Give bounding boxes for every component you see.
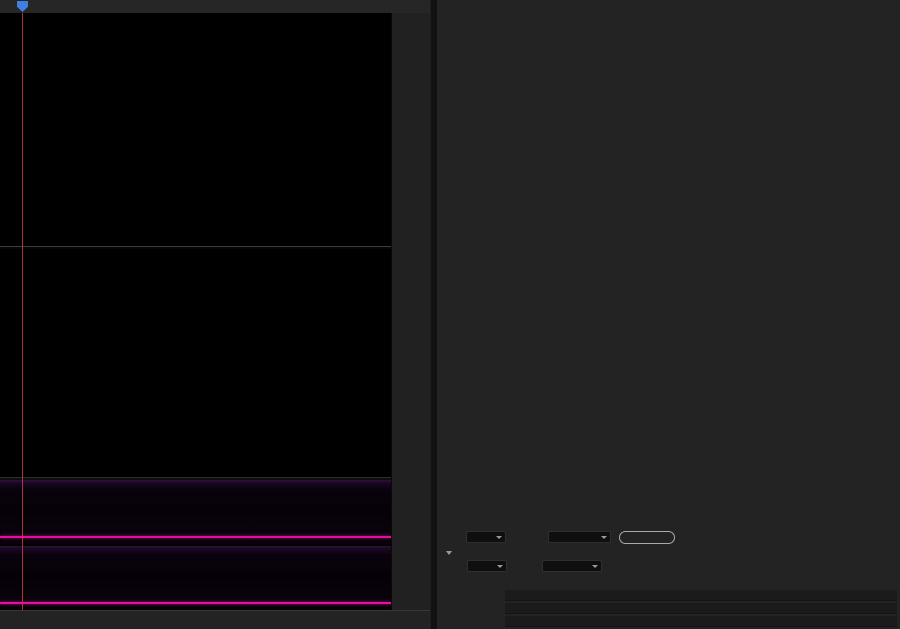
advanced-expander-icon[interactable] [446, 551, 452, 555]
table-row [505, 603, 897, 614]
db-axis-ruler [874, 7, 900, 502]
frequency-analysis-panel [437, 0, 900, 629]
window-dropdown[interactable] [542, 560, 602, 572]
chevron-down-icon [592, 565, 598, 568]
chevron-down-icon [601, 536, 607, 539]
spectral-display-channel-1[interactable] [0, 480, 391, 544]
waveform-channel-1[interactable] [0, 13, 391, 246]
table-row [505, 616, 897, 627]
marker-pin-icon[interactable] [410, 1, 422, 12]
timeline-ruler[interactable] [0, 0, 430, 14]
waveform-editor-panel [0, 0, 430, 629]
fft-size-dropdown[interactable] [467, 560, 507, 572]
ruler-ticks [392, 13, 430, 610]
frequency-analysis-plot[interactable] [444, 7, 874, 502]
display-dropdown[interactable] [466, 531, 506, 543]
spectral-display-channel-2[interactable] [0, 546, 391, 610]
zoom-toolbar [0, 610, 430, 629]
top-channel-dropdown[interactable] [548, 531, 611, 543]
frequency-axis-ruler [444, 502, 874, 519]
chevron-down-icon [497, 565, 503, 568]
spectral-1k-line [0, 602, 391, 604]
table-row [505, 590, 897, 601]
stopwatch-icon[interactable] [395, 1, 407, 12]
waveform-channel-2[interactable] [0, 249, 391, 477]
audition-app [0, 0, 900, 629]
scan-button[interactable] [619, 531, 675, 544]
spectral-1k-line [0, 536, 391, 538]
chevron-down-icon [496, 536, 502, 539]
vertical-ruler-column[interactable] [391, 13, 431, 610]
timeline-ticks [0, 0, 430, 13]
playhead-line [22, 13, 23, 610]
